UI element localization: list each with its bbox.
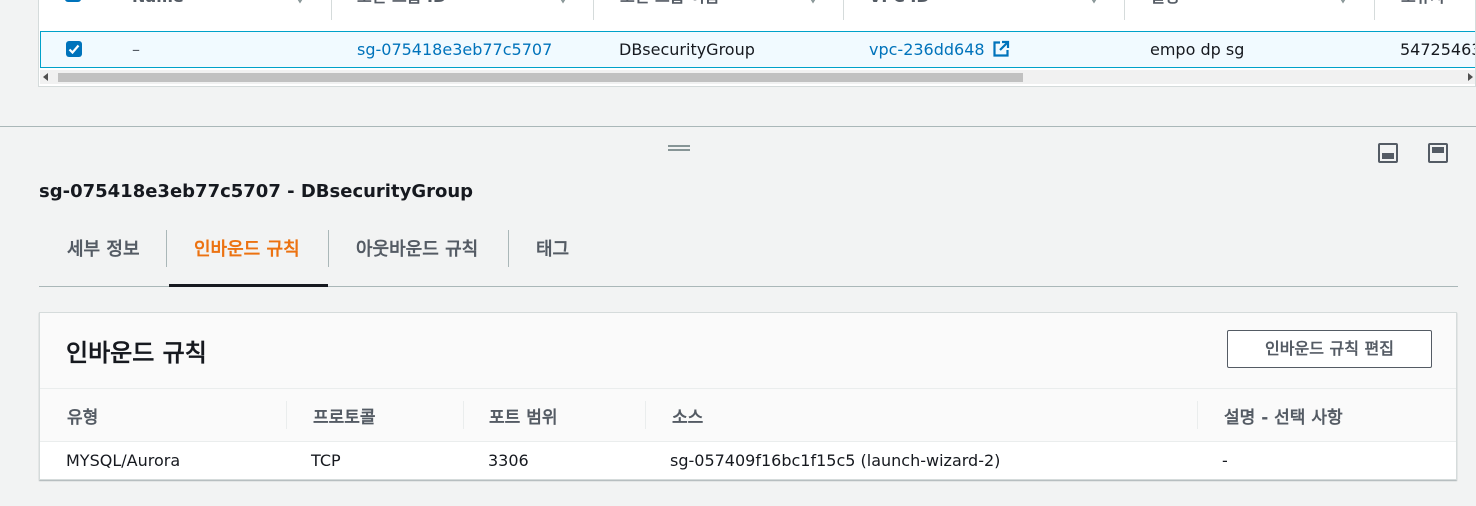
cell-description: -	[1222, 451, 1228, 470]
column-divider[interactable]	[843, 0, 844, 20]
column-divider	[286, 401, 287, 429]
table-row: MYSQL/Aurora TCP 3306 sg-057409f16bc1f15…	[40, 442, 1456, 480]
active-tab-underline	[169, 284, 328, 287]
panel-title: sg-075418e3eb77c5707 - DBsecurityGroup	[39, 181, 474, 202]
column-divider	[645, 401, 646, 429]
column-divider[interactable]	[593, 0, 594, 20]
cell-group-name: DBsecurityGroup	[619, 40, 755, 59]
cell-type: MYSQL/Aurora	[66, 451, 181, 470]
edit-inbound-rules-button[interactable]: 인바운드 규칙 편집	[1227, 330, 1432, 368]
tab-divider	[166, 230, 167, 267]
sort-icon[interactable]	[806, 0, 820, 5]
column-header-description: 설명 - 선택 사항	[1224, 408, 1343, 428]
column-divider[interactable]	[331, 0, 332, 20]
row-checkbox[interactable]	[66, 41, 82, 57]
tab-details[interactable]: 세부 정보	[39, 226, 167, 285]
horizontal-scrollbar[interactable]	[40, 70, 1475, 84]
cell-name: –	[132, 40, 140, 59]
column-header-port-range: 포트 범위	[489, 408, 558, 428]
cell-source: sg-057409f16bc1f15c5 (launch-wizard-2)	[670, 451, 1001, 470]
external-link-icon	[993, 40, 1009, 57]
panel-side-icon[interactable]	[1428, 143, 1448, 163]
checkbox-checked-icon	[65, 0, 81, 2]
sort-icon[interactable]	[556, 0, 570, 5]
tab-outbound-rules[interactable]: 아웃바운드 규칙	[329, 226, 509, 285]
security-groups-table: Name 보안 그룹 ID 보안 그룹 이름 VPC ID 설명 소유자	[38, 0, 1476, 87]
table-header: Name 보안 그룹 ID 보안 그룹 이름 VPC ID 설명 소유자	[39, 0, 1475, 32]
sort-icon[interactable]	[293, 0, 307, 5]
cell-description: empo dp sg	[1150, 40, 1245, 59]
cell-vpc-link[interactable]: vpc-236dd648	[869, 32, 1010, 67]
cell-group-id-link[interactable]: sg-075418e3eb77c5707	[357, 32, 552, 67]
detail-tabs: 세부 정보 인바운드 규칙 아웃바운드 규칙 태그	[39, 226, 1458, 287]
sort-icon[interactable]	[1087, 0, 1101, 5]
vpc-id-text: vpc-236dd648	[869, 40, 985, 59]
drag-handle-icon[interactable]	[668, 145, 690, 153]
inbound-rules-table-header: 유형 프로토콜 포트 범위 소스 설명 - 선택 사항	[40, 388, 1456, 442]
cell-protocol: TCP	[311, 451, 341, 470]
scrollbar-thumb[interactable]	[58, 73, 1023, 82]
column-header-source: 소스	[672, 408, 704, 428]
select-all-checkbox[interactable]	[65, 0, 81, 2]
panel-bottom-icon[interactable]	[1378, 143, 1398, 163]
scroll-left-arrow[interactable]	[43, 73, 48, 81]
column-header-protocol: 프로토콜	[313, 408, 376, 428]
inbound-rules-container: 인바운드 규칙 인바운드 규칙 편집 유형 프로토콜 포트 범위 소스 설명 -…	[39, 312, 1457, 480]
cell-port-range: 3306	[488, 451, 529, 470]
tab-tags[interactable]: 태그	[509, 226, 589, 285]
inbound-rules-header: 인바운드 규칙 인바운드 규칙 편집	[40, 313, 1456, 388]
table-row[interactable]: – sg-075418e3eb77c5707 DBsecurityGroup v…	[40, 31, 1475, 68]
column-divider	[463, 401, 464, 429]
split-panel-divider	[0, 126, 1476, 127]
scroll-right-arrow[interactable]	[1468, 73, 1473, 81]
sort-icon[interactable]	[1336, 0, 1350, 5]
column-divider	[1197, 401, 1198, 429]
column-divider[interactable]	[1124, 0, 1125, 20]
tab-inbound-rules[interactable]: 인바운드 규칙	[169, 226, 328, 287]
checkbox-checked-icon	[68, 44, 80, 55]
cell-owner: 547254637	[1400, 40, 1475, 59]
column-header-type: 유형	[67, 408, 99, 428]
inbound-rules-title: 인바운드 규칙	[66, 339, 207, 367]
column-divider[interactable]	[1374, 0, 1375, 20]
